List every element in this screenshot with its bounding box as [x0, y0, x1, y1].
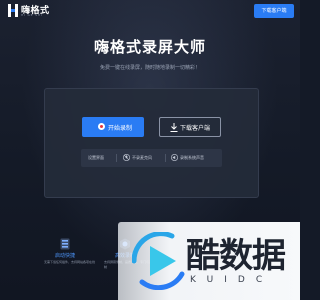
header-download-button[interactable]: 下载客户端 [254, 4, 294, 18]
record-panel: 开始录制 下载客户端 设置界面 不录麦克风 录制系统声音 [44, 88, 259, 198]
logo[interactable]: 嗨格式 HI GE SHI [8, 4, 49, 18]
watermark-overlay: 酷数据 KUIDC [118, 222, 300, 300]
option-microphone[interactable]: 不录麦克风 [132, 155, 152, 161]
play-logo-icon [132, 232, 185, 290]
server-icon [60, 238, 70, 250]
start-recording-label: 开始录制 [108, 125, 133, 132]
watermark-letters: KUIDC [190, 275, 274, 285]
page-title: 嗨格式录屏大师 [93, 38, 206, 56]
option-system-sound[interactable]: 录制系统声音 [180, 155, 204, 161]
mic-off-icon[interactable] [123, 154, 130, 161]
logo-subtext: HI GE SHI [21, 13, 43, 17]
speaker-icon[interactable] [171, 154, 178, 161]
logo-icon [8, 4, 18, 17]
option-settings[interactable]: 设置界面 [88, 155, 104, 161]
watermark-word: 酷数据 [186, 236, 286, 276]
feature-description: 无需下载任何插件，支持网站各项在线 [44, 260, 96, 264]
option-divider [116, 154, 117, 162]
option-divider [165, 154, 166, 162]
record-icon [98, 123, 105, 130]
top-header: 嗨格式 HI GE SHI 下载客户端 [0, 0, 300, 22]
download-client-label: 下载客户端 [180, 125, 211, 132]
feature-item: 启动快捷 无需下载任何插件，支持网站各项在线 [44, 232, 104, 292]
download-icon [170, 123, 178, 132]
feature-title: 启动快捷 [54, 253, 75, 259]
download-client-button[interactable]: 下载客户端 [159, 117, 221, 137]
start-recording-button[interactable]: 开始录制 [82, 117, 144, 137]
page-subtitle: 免费一键在线录屏，随时随地录制一切精彩！ [99, 65, 200, 71]
record-options-bar: 设置界面 不录麦克风 录制系统声音 [81, 149, 222, 167]
